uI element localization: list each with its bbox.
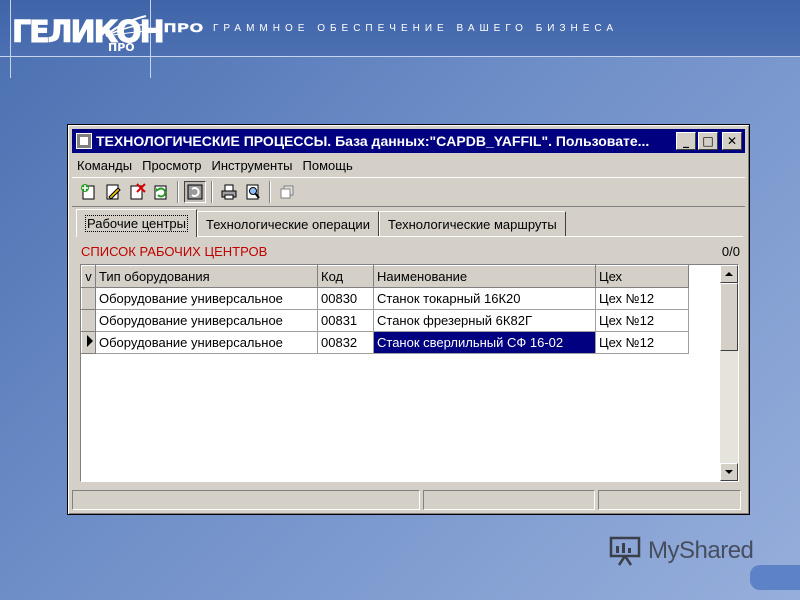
cell-type[interactable]: Оборудование универсальное	[95, 309, 318, 332]
logo-swoosh-icon	[105, 15, 147, 37]
table-row[interactable]: Оборудование универсальное 00832 Станок …	[81, 331, 689, 354]
scroll-down-button[interactable]	[720, 463, 738, 481]
cell-shop[interactable]: Цех №12	[595, 331, 689, 354]
header-divider	[10, 0, 11, 78]
window-title: ТЕХНОЛОГИЧЕСКИЕ ПРОЦЕССЫ. База данных:"C…	[96, 133, 650, 149]
column-header-type[interactable]: Тип оборудования	[95, 265, 318, 288]
delete-record-icon[interactable]	[126, 181, 148, 203]
list-header: СПИСОК РАБОЧИХ ЦЕНТРОВ 0/0	[80, 241, 740, 261]
close-button[interactable]: ✕	[722, 132, 742, 150]
filter-icon[interactable]	[184, 181, 206, 203]
status-pane	[72, 490, 420, 510]
add-record-icon[interactable]	[78, 181, 100, 203]
tab-tech-routes[interactable]: Технологические маршруты	[378, 211, 566, 237]
tab-label: Рабочие центры	[85, 215, 188, 232]
row-indicator[interactable]	[81, 331, 96, 354]
toolbar-separator	[269, 181, 271, 203]
menu-view[interactable]: Просмотр	[137, 158, 206, 173]
current-row-arrow-icon	[86, 335, 93, 347]
status-pane	[598, 490, 741, 510]
title-bar[interactable]: ТЕХНОЛОГИЧЕСКИЕ ПРОЦЕССЫ. База данных:"C…	[72, 129, 745, 153]
arrow-down-icon	[725, 470, 733, 474]
corner-decoration	[750, 565, 800, 590]
tab-label: Технологические маршруты	[387, 217, 557, 232]
data-grid: v Тип оборудования Код Наименование Цех …	[80, 264, 739, 482]
vertical-scrollbar[interactable]	[720, 265, 738, 481]
tab-label: Технологические операции	[205, 217, 370, 232]
tab-tech-operations[interactable]: Технологические операции	[196, 211, 379, 237]
cell-code[interactable]: 00832	[317, 331, 374, 354]
row-indicator-header: v	[81, 265, 96, 288]
column-header-shop[interactable]: Цех	[595, 265, 689, 288]
cell-code[interactable]: 00831	[317, 309, 374, 332]
watermark-text: MyShared	[648, 537, 754, 564]
cell-type[interactable]: Оборудование универсальное	[95, 287, 318, 310]
scroll-thumb[interactable]	[720, 283, 738, 351]
arrow-up-icon	[725, 272, 733, 276]
row-indicator[interactable]	[81, 287, 96, 310]
row-indicator[interactable]	[81, 309, 96, 332]
menu-help[interactable]: Помощь	[298, 158, 358, 173]
preview-icon[interactable]	[242, 181, 264, 203]
print-icon[interactable]	[218, 181, 240, 203]
record-counter: 0/0	[721, 243, 740, 259]
list-title: СПИСОК РАБОЧИХ ЦЕНТРОВ	[81, 243, 268, 259]
table-row[interactable]: Оборудование универсальное 00831 Станок …	[81, 309, 689, 332]
table-row[interactable]: Оборудование универсальное 00830 Станок …	[81, 287, 689, 310]
minimize-button[interactable]: _	[676, 132, 696, 150]
toolbar-separator	[177, 181, 179, 203]
copy-icon[interactable]	[276, 181, 298, 203]
tagline: ПРО ГРАММНОЕ ОБЕСПЕЧЕНИЕ ВАШЕГО БИЗНЕСА	[164, 21, 619, 36]
cell-name[interactable]: Станок фрезерный 6К82Г	[373, 309, 596, 332]
tab-work-centers[interactable]: Рабочие центры	[76, 209, 197, 237]
column-header-name[interactable]: Наименование	[373, 265, 596, 288]
window-controls: _ □ ✕	[676, 132, 742, 150]
grid-header-row: v Тип оборудования Код Наименование Цех	[81, 265, 689, 288]
menu-bar: Команды Просмотр Инструменты Помощь	[72, 155, 358, 175]
menu-commands[interactable]: Команды	[72, 158, 137, 173]
watermark: MyShared	[608, 536, 754, 566]
cell-type[interactable]: Оборудование универсальное	[95, 331, 318, 354]
app-icon[interactable]	[76, 133, 92, 149]
tab-strip: Рабочие центры Технологические операции …	[76, 209, 566, 237]
toolbar	[72, 177, 745, 207]
edit-record-icon[interactable]	[102, 181, 124, 203]
toolbar-separator	[211, 181, 213, 203]
menu-tools[interactable]: Инструменты	[206, 158, 297, 173]
scroll-up-button[interactable]	[720, 265, 738, 283]
cell-shop[interactable]: Цех №12	[595, 287, 689, 310]
cell-name-selected[interactable]: Станок сверлильный СФ 16-02	[373, 331, 596, 354]
presentation-icon	[609, 536, 641, 566]
tagline-text: ГРАММНОЕ ОБЕСПЕЧЕНИЕ ВАШЕГО БИЗНЕСА	[213, 22, 619, 34]
status-bar	[72, 490, 745, 510]
tagline-prefix: ПРО	[164, 21, 205, 36]
refresh-icon[interactable]	[150, 181, 172, 203]
cell-code[interactable]: 00830	[317, 287, 374, 310]
maximize-button[interactable]: □	[698, 132, 718, 150]
cell-name[interactable]: Станок токарный 16К20	[373, 287, 596, 310]
app-window: ТЕХНОЛОГИЧЕСКИЕ ПРОЦЕССЫ. База данных:"C…	[67, 124, 750, 515]
cell-shop[interactable]: Цех №12	[595, 309, 689, 332]
logo-subtitle: ПРО	[108, 41, 135, 54]
column-header-code[interactable]: Код	[317, 265, 374, 288]
status-pane	[423, 490, 595, 510]
grid-table: v Тип оборудования Код Наименование Цех …	[81, 265, 689, 354]
company-logo: ГЕЛИКОН ПРО	[12, 12, 166, 54]
